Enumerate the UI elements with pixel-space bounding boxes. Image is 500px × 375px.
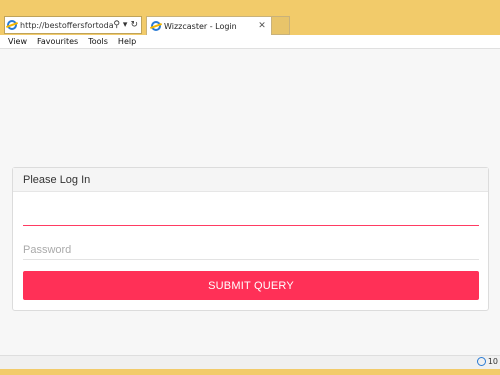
refresh-icon[interactable]: ↻	[130, 20, 138, 30]
zoom-level: 10	[487, 357, 498, 366]
menu-item-tools[interactable]: Tools	[88, 37, 108, 46]
globe-icon	[476, 357, 486, 366]
address-url[interactable]: http://bestoffersfortoday...	[20, 21, 113, 30]
password-field[interactable]	[23, 240, 479, 260]
login-panel: Please Log In SUBMIT QUERY	[12, 167, 489, 311]
dropdown-icon[interactable]: ▾	[123, 20, 128, 30]
tab-title: Wizzcaster - Login	[164, 21, 237, 31]
menu-bar: View Favourites Tools Help	[0, 35, 500, 49]
tab-ie-icon	[151, 21, 161, 31]
menu-item-help[interactable]: Help	[118, 37, 136, 46]
zoom-control[interactable]: 10	[476, 357, 498, 366]
address-bar[interactable]: http://bestoffersfortoday... ⚲ ▾ ↻	[4, 16, 142, 34]
menu-item-view[interactable]: View	[8, 37, 27, 46]
submit-button[interactable]: SUBMIT QUERY	[23, 271, 479, 300]
new-tab-button[interactable]	[272, 16, 290, 35]
address-tools: ⚲ ▾ ↻	[113, 20, 138, 30]
login-heading: Please Log In	[13, 168, 488, 192]
username-field[interactable]	[23, 206, 479, 226]
status-bar: 10	[0, 355, 500, 369]
search-icon[interactable]: ⚲	[113, 20, 120, 30]
taskbar-strip	[0, 369, 500, 375]
ie-icon	[7, 20, 17, 30]
close-icon[interactable]: ✕	[256, 21, 268, 31]
menu-item-favourites[interactable]: Favourites	[37, 37, 78, 46]
tab-login[interactable]: Wizzcaster - Login ✕	[146, 16, 272, 35]
